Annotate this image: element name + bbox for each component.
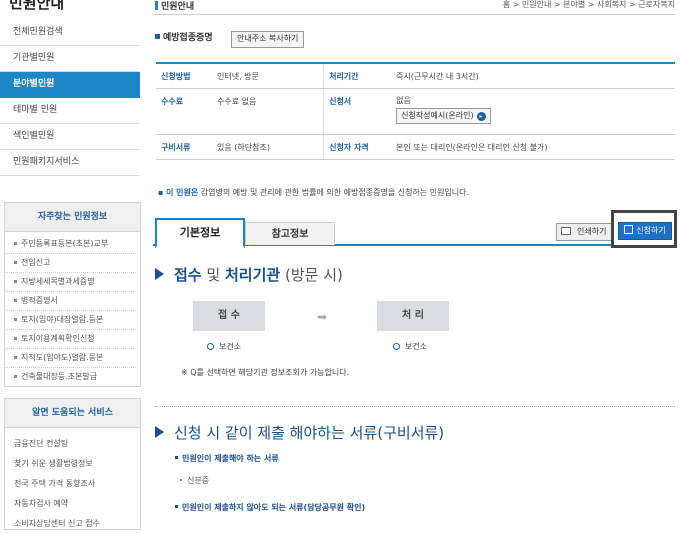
bullet-icon (14, 318, 17, 321)
bullet-icon (14, 375, 17, 378)
section-agency-title: 접수 및 처리기관 (방문 시) (155, 264, 343, 285)
docs-value: 있음 (하단참조) (212, 134, 324, 160)
faq-item[interactable]: 토지(임야)대장열람.등본 (5, 311, 136, 330)
faq-item[interactable]: 지방세세목별과세증명 (5, 273, 136, 292)
method-label: 신청방법 (156, 63, 212, 89)
tab-reference-info[interactable]: 참고정보 (245, 222, 335, 245)
printer-icon (561, 227, 571, 235)
help-item[interactable]: 금융진단 컨설팅 (5, 434, 140, 454)
sidebar-item-all-search[interactable]: 전체민원검색 (0, 20, 140, 46)
help-box: 알면 도움되는 서비스 금융진단 컨설팅 찾기 쉬운 생활법령정보 전국 주택 … (4, 398, 141, 530)
sidebar-item-package[interactable]: 민원패키지서비스 (0, 150, 140, 176)
sidebar-item-by-field[interactable]: 분야별민원 (0, 72, 140, 98)
search-icon (207, 343, 214, 350)
section-arrow-icon (155, 426, 164, 438)
required-docs-heading: 민원인이 제출해야 하는 서류 (175, 453, 279, 464)
apply-button[interactable]: 신청하기 (618, 222, 672, 240)
description: ▪ 이 민원은 감염병의 예방 및 관리에 관한 법률에 의한 예방접종증명을 … (158, 188, 470, 197)
bullet-icon (14, 299, 17, 302)
bullet-icon (14, 356, 17, 359)
bullet-icon (14, 337, 17, 340)
arrow-right-icon: ▸ (476, 112, 486, 121)
arrow-right-icon: ➡ (317, 310, 328, 324)
section-documents-title: 신청 시 같이 제출 해야하는 서류(구비서류) (155, 422, 444, 443)
bullet-icon (14, 242, 17, 245)
help-item[interactable]: 소비자상담센터 신고 접수 (5, 514, 140, 534)
search-icon (393, 343, 400, 350)
table-row: 수수료 수수료 없음 신청서 없음 신청작성예시(온라인) ▸ (156, 88, 675, 135)
form-value: 없음 (396, 96, 411, 105)
method-value: 인터넷, 방문 (212, 63, 324, 89)
receive-step: 접 수 (193, 301, 265, 331)
left-sidebar: 민원안내 전체민원검색 기관별민원 분야별민원 테마별 민원 색인별민원 민원패… (0, 0, 141, 530)
faq-item[interactable]: 주민등록표등본(초본)교부 (5, 235, 136, 254)
faq-box: 자주찾는 민원정보 주민등록표등본(초본)교부 전입신고 지방세세목별과세증명 … (4, 202, 141, 387)
copy-address-button[interactable]: 안내주소 복사하기 (231, 31, 305, 48)
qualification-label: 신청자 자격 (323, 134, 392, 160)
qualification-value: 본인 또는 대리인(온라인은 대리인 신청 불가) (391, 134, 675, 160)
sidebar-menu: 전체민원검색 기관별민원 분야별민원 테마별 민원 색인별민원 민원패키지서비스 (0, 20, 140, 176)
faq-item[interactable]: 건축물대장등.초본발급 (5, 368, 136, 386)
divider (153, 14, 675, 15)
faq-item[interactable]: 전입신고 (5, 254, 136, 273)
receive-org-link[interactable]: 보건소 (207, 341, 241, 352)
table-row: 신청방법 인터넷, 방문 처리기간 즉시(근무시간 내 3시간) (156, 63, 675, 89)
help-item[interactable]: 전국 주택 가격 동향조사 (5, 474, 140, 494)
form-cell: 없음 신청작성예시(온라인) ▸ (391, 88, 675, 135)
period-label: 처리기간 (323, 63, 392, 89)
process-step: 처 리 (377, 301, 449, 331)
faq-item[interactable]: 지적도(임야도)열람.등본 (5, 349, 136, 368)
sidebar-title: 민원안내 (9, 0, 65, 12)
apply-icon (624, 225, 634, 234)
process-org-link[interactable]: 보건소 (393, 341, 427, 352)
apply-highlight: 신청하기 (611, 210, 677, 248)
bullet-icon (14, 280, 17, 283)
help-item[interactable]: 찾기 쉬운 생활법령정보 (5, 454, 140, 474)
faq-item[interactable]: 병적증명서 (5, 292, 136, 311)
tab-basic-info[interactable]: 기본정보 (155, 218, 245, 248)
section-arrow-icon (155, 268, 164, 280)
table-row: 구비서류 있음 (하단참조) 신청자 자격 본인 또는 대리인(온라인은 대리인… (156, 134, 675, 160)
divider (155, 406, 675, 407)
print-button[interactable]: 인쇄하기 (556, 223, 613, 241)
period-value: 즉시(근무시간 내 3시간) (391, 63, 675, 89)
required-doc-item: 신분증 (180, 475, 209, 486)
bullet-icon (14, 261, 17, 264)
faq-item[interactable]: 토지이용계획확인신청 (5, 330, 136, 349)
help-title: 알면 도움되는 서비스 (5, 399, 140, 428)
sidebar-item-by-theme[interactable]: 테마별 민원 (0, 98, 140, 124)
square-bullet-icon (155, 34, 160, 39)
fee-value: 수수료 없음 (212, 88, 324, 135)
agency-note: ※ Q를 선택하면 해당기관 정보조회가 가능합니다. (181, 368, 350, 377)
main-content: 민원안내 홈 > 민원안내 > 분야별 > 사회복지 > 근로자복지 예방접종증… (153, 0, 683, 521)
page-title: 민원안내 (155, 0, 194, 12)
form-sample-button[interactable]: 신청작성예시(온라인) ▸ (396, 108, 491, 124)
service-name: 예방접종증명 (155, 30, 213, 46)
info-table: 신청방법 인터넷, 방문 처리기간 즉시(근무시간 내 3시간) 수수료 수수료… (156, 62, 675, 160)
docs-label: 구비서류 (156, 134, 212, 160)
sidebar-item-by-index[interactable]: 색인별민원 (0, 124, 140, 150)
faq-title: 자주찾는 민원정보 (5, 203, 140, 232)
description-text: 감염병의 예방 및 관리에 관한 법률에 의한 예방접종증명을 신청하는 민원입… (200, 188, 470, 197)
fee-label: 수수료 (156, 88, 212, 135)
form-label: 신청서 (323, 88, 392, 135)
optional-docs-heading: 민원인이 제출하지 않아도 되는 서류(담당공무원 확인) (175, 502, 365, 513)
description-lead: 이 민원은 (165, 188, 199, 197)
sidebar-item-by-agency[interactable]: 기관별민원 (0, 46, 140, 72)
breadcrumb[interactable]: 홈 > 민원안내 > 분야별 > 사회복지 > 근로자복지 (503, 0, 675, 10)
help-item[interactable]: 자동차검사 예약 (5, 494, 140, 514)
